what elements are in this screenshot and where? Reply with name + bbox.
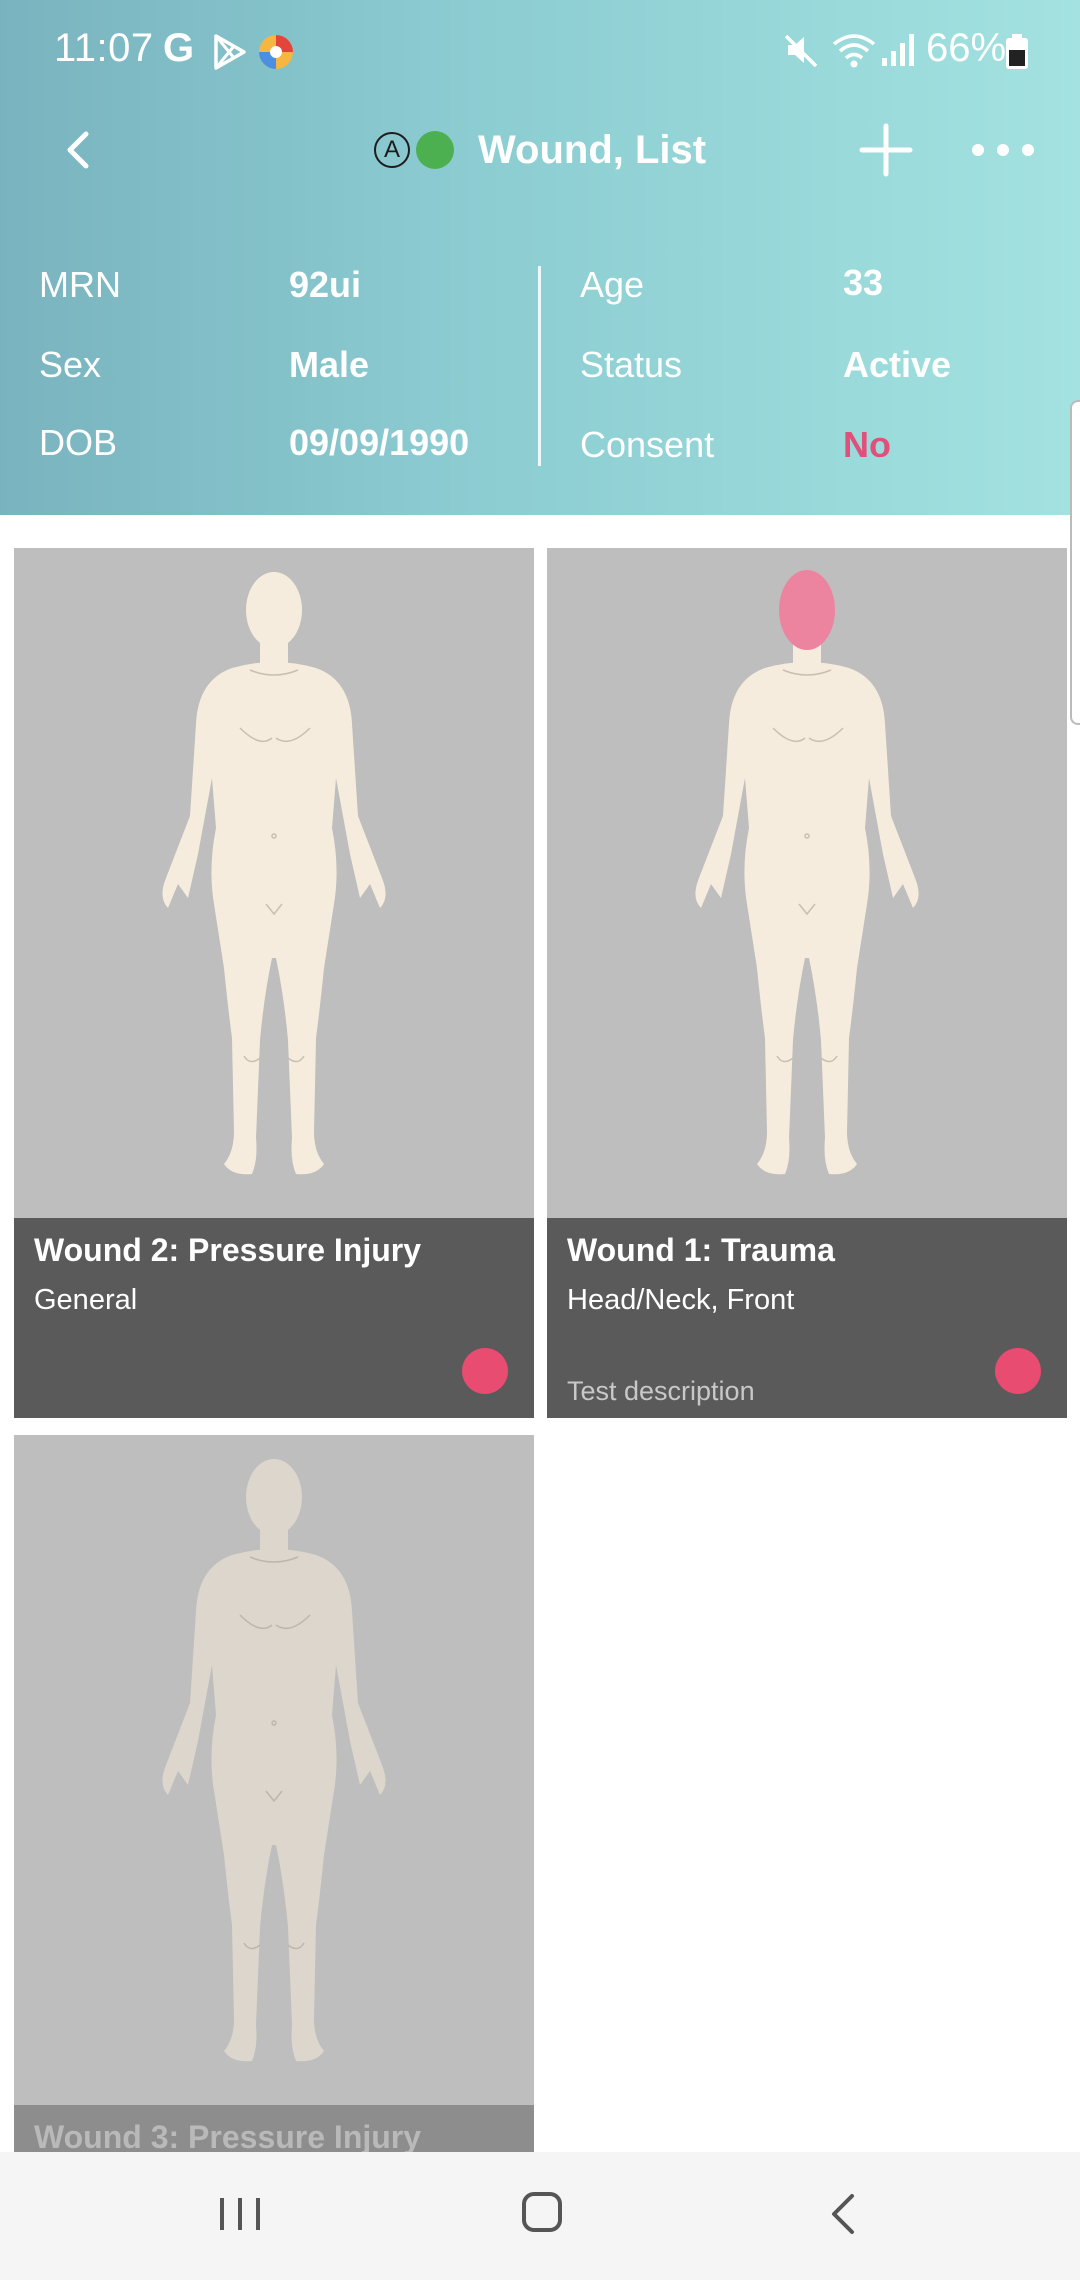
- battery-icon: [1006, 34, 1028, 69]
- body-diagram-icon: [695, 570, 919, 1175]
- battery-percent: 66%: [926, 26, 1007, 70]
- status-time: 11:07: [54, 26, 154, 70]
- body-diagram-icon: [162, 572, 386, 1175]
- consent-value: No: [843, 424, 891, 465]
- consent-label: Consent: [580, 424, 715, 465]
- a-badge-icon: A: [374, 132, 410, 168]
- nav-back-icon[interactable]: [822, 2188, 862, 2240]
- status-label: Status: [580, 344, 683, 385]
- wound-status-dot: [462, 1348, 508, 1394]
- status-value: Active: [843, 344, 952, 385]
- wound-description: Test description: [567, 1376, 755, 1406]
- wifi-icon: [832, 34, 876, 68]
- home-icon[interactable]: [518, 2188, 566, 2236]
- system-nav-bar: [0, 2152, 1080, 2280]
- wound-caption: Wound 3: Pressure Injury: [14, 2105, 534, 2152]
- sex-label: Sex: [39, 344, 102, 385]
- more-options-icon[interactable]: [968, 120, 1038, 180]
- sex-value: Male: [289, 344, 370, 385]
- age-label: Age: [580, 264, 645, 305]
- dob-value: 09/09/1990: [289, 422, 470, 463]
- wound-location: General: [34, 1284, 138, 1316]
- patient-header: 11:07 G 66% A Wound, List MRN 92ui Sex M…: [0, 0, 1080, 515]
- info-divider: [538, 266, 541, 466]
- title-group: A Wound, List: [374, 120, 706, 180]
- age-value: 33: [843, 262, 884, 303]
- wound-card[interactable]: Wound 3: Pressure Injury: [14, 1435, 534, 2152]
- wound-title: Wound 2: Pressure Injury: [34, 1232, 422, 1268]
- app-bar: A Wound, List: [0, 110, 1080, 190]
- scroll-indicator[interactable]: [1070, 400, 1080, 725]
- wound-title: Wound 3: Pressure Injury: [34, 2119, 422, 2152]
- mrn-label: MRN: [39, 264, 121, 305]
- status-bar: 11:07 G 66%: [0, 0, 1080, 100]
- wound-caption: Wound 2: Pressure Injury General: [14, 1218, 534, 1418]
- head-wound-highlight: [779, 570, 835, 650]
- wound-caption: Wound 1: Trauma Head/Neck, Front Test de…: [547, 1218, 1067, 1418]
- wound-card[interactable]: Wound 1: Trauma Head/Neck, Front Test de…: [547, 548, 1067, 1418]
- dob-label: DOB: [39, 422, 118, 463]
- wound-status-dot: [995, 1348, 1041, 1394]
- google-icon: G: [163, 26, 195, 70]
- recents-icon[interactable]: [214, 2190, 266, 2238]
- mrn-value: 92ui: [289, 264, 362, 305]
- patient-info: MRN 92ui Sex Male DOB 09/09/1990 Age 33 …: [0, 250, 1080, 470]
- wound-card[interactable]: Wound 2: Pressure Injury General: [14, 548, 534, 1418]
- add-wound-icon[interactable]: [856, 120, 916, 180]
- app-root: 11:07 G 66% A Wound, List MRN 92ui Sex M…: [0, 0, 1080, 2280]
- page-title: Wound, List: [478, 127, 707, 172]
- wound-title: Wound 1: Trauma: [567, 1232, 835, 1268]
- signal-icon: [882, 34, 914, 66]
- wound-location: Head/Neck, Front: [567, 1284, 795, 1316]
- body-diagram-icon: [162, 1459, 386, 2062]
- online-status-dot: [416, 131, 454, 169]
- play-store-icon: [214, 34, 246, 70]
- app-notification-icon: [259, 35, 293, 69]
- mute-icon: [784, 34, 818, 68]
- back-arrow-icon[interactable]: [50, 120, 110, 180]
